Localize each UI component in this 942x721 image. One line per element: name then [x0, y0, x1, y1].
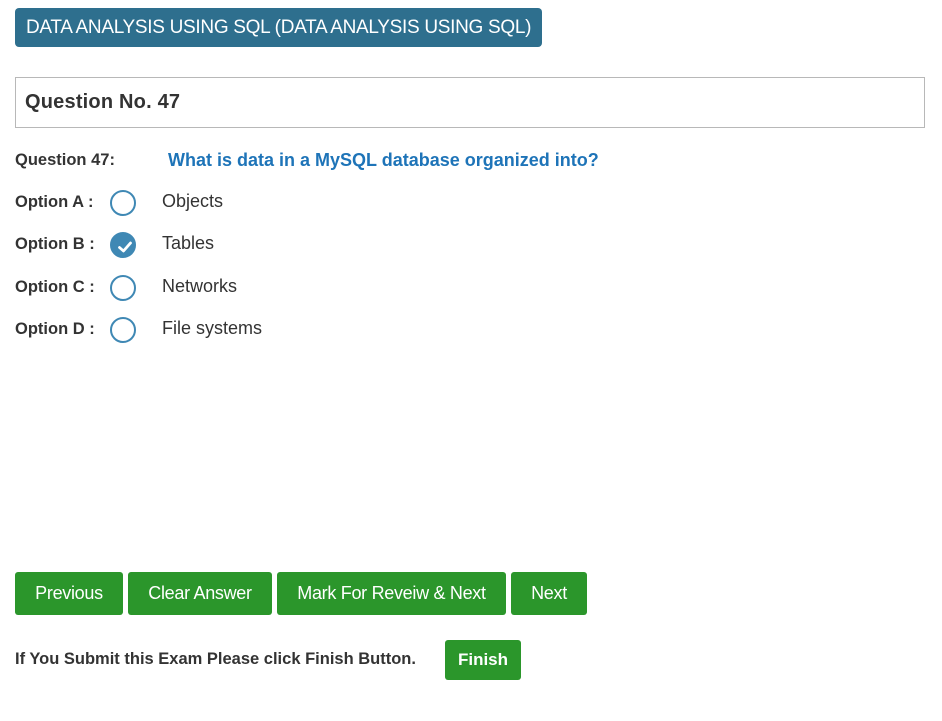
previous-button[interactable]: Previous [15, 572, 123, 615]
option-radio-b[interactable] [110, 232, 136, 258]
clear-answer-button[interactable]: Clear Answer [128, 572, 272, 615]
question-number-title: Question No. 47 [25, 91, 181, 113]
option-text-b[interactable]: Tables [162, 233, 214, 254]
question-text: What is data in a MySQL database organiz… [168, 150, 599, 170]
option-label-a: Option A : [15, 193, 94, 211]
mark-for-review-next-button[interactable]: Mark For Reveiw & Next [277, 572, 506, 615]
finish-button[interactable]: Finish [445, 640, 521, 680]
question-label: Question 47: [15, 151, 115, 169]
submit-instruction-text: If You Submit this Exam Please click Fin… [15, 650, 416, 668]
option-text-a[interactable]: Objects [162, 191, 223, 212]
option-radio-a[interactable] [110, 190, 136, 216]
question-header-panel: Question No. 47 [15, 77, 925, 128]
option-text-d[interactable]: File systems [162, 318, 262, 339]
option-label-d: Option D : [15, 320, 95, 338]
option-label-b: Option B : [15, 235, 95, 253]
option-radio-c[interactable] [110, 275, 136, 301]
option-radio-d[interactable] [110, 317, 136, 343]
check-icon [118, 241, 132, 253]
subject-title-badge: DATA ANALYSIS USING SQL (DATA ANALYSIS U… [15, 8, 543, 47]
next-button[interactable]: Next [511, 572, 587, 615]
option-label-c: Option C : [15, 278, 95, 296]
option-text-c[interactable]: Networks [162, 276, 237, 297]
